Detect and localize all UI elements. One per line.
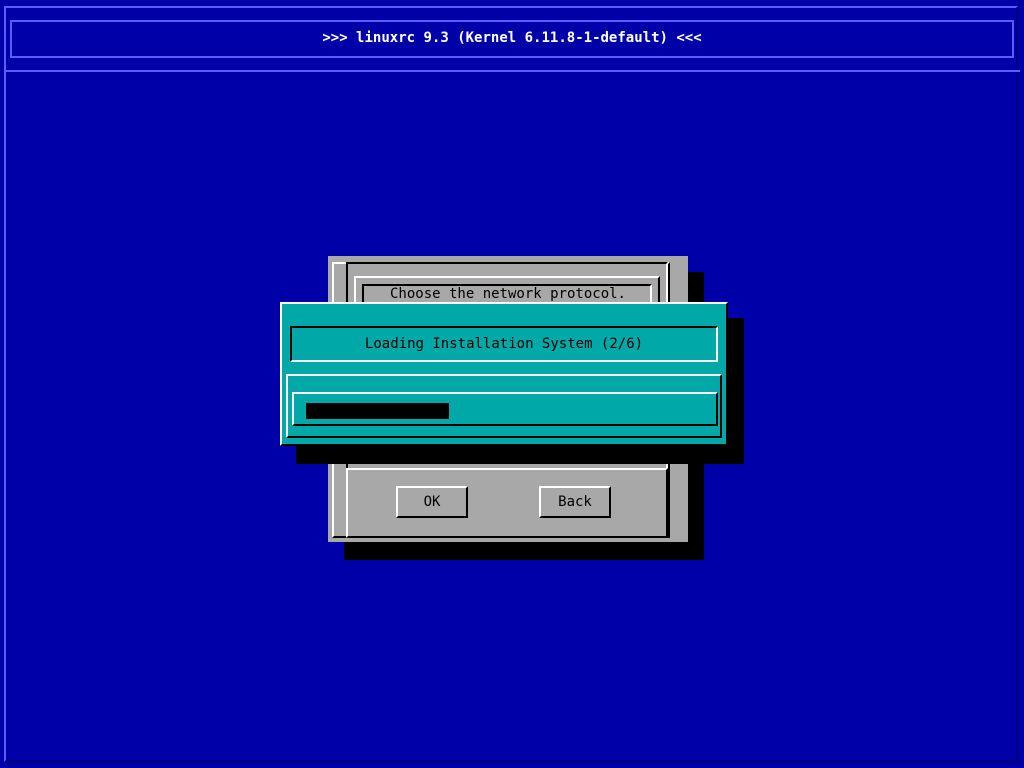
back-button[interactable]: Back xyxy=(539,486,611,518)
progress-bar-track xyxy=(292,392,718,426)
dialog-prompt: Choose the network protocol. xyxy=(389,286,626,302)
progress-title: Loading Installation System (2/6) xyxy=(364,336,644,352)
header-bar: >>> linuxrc 9.3 (Kernel 6.11.8-1-default… xyxy=(4,20,1020,72)
header-title: >>> linuxrc 9.3 (Kernel 6.11.8-1-default… xyxy=(322,30,702,46)
progress-dialog: Loading Installation System (2/6) xyxy=(280,302,728,446)
ok-button[interactable]: OK xyxy=(396,486,468,518)
progress-bar-fill xyxy=(306,403,449,419)
dialog-button-area xyxy=(346,468,668,538)
